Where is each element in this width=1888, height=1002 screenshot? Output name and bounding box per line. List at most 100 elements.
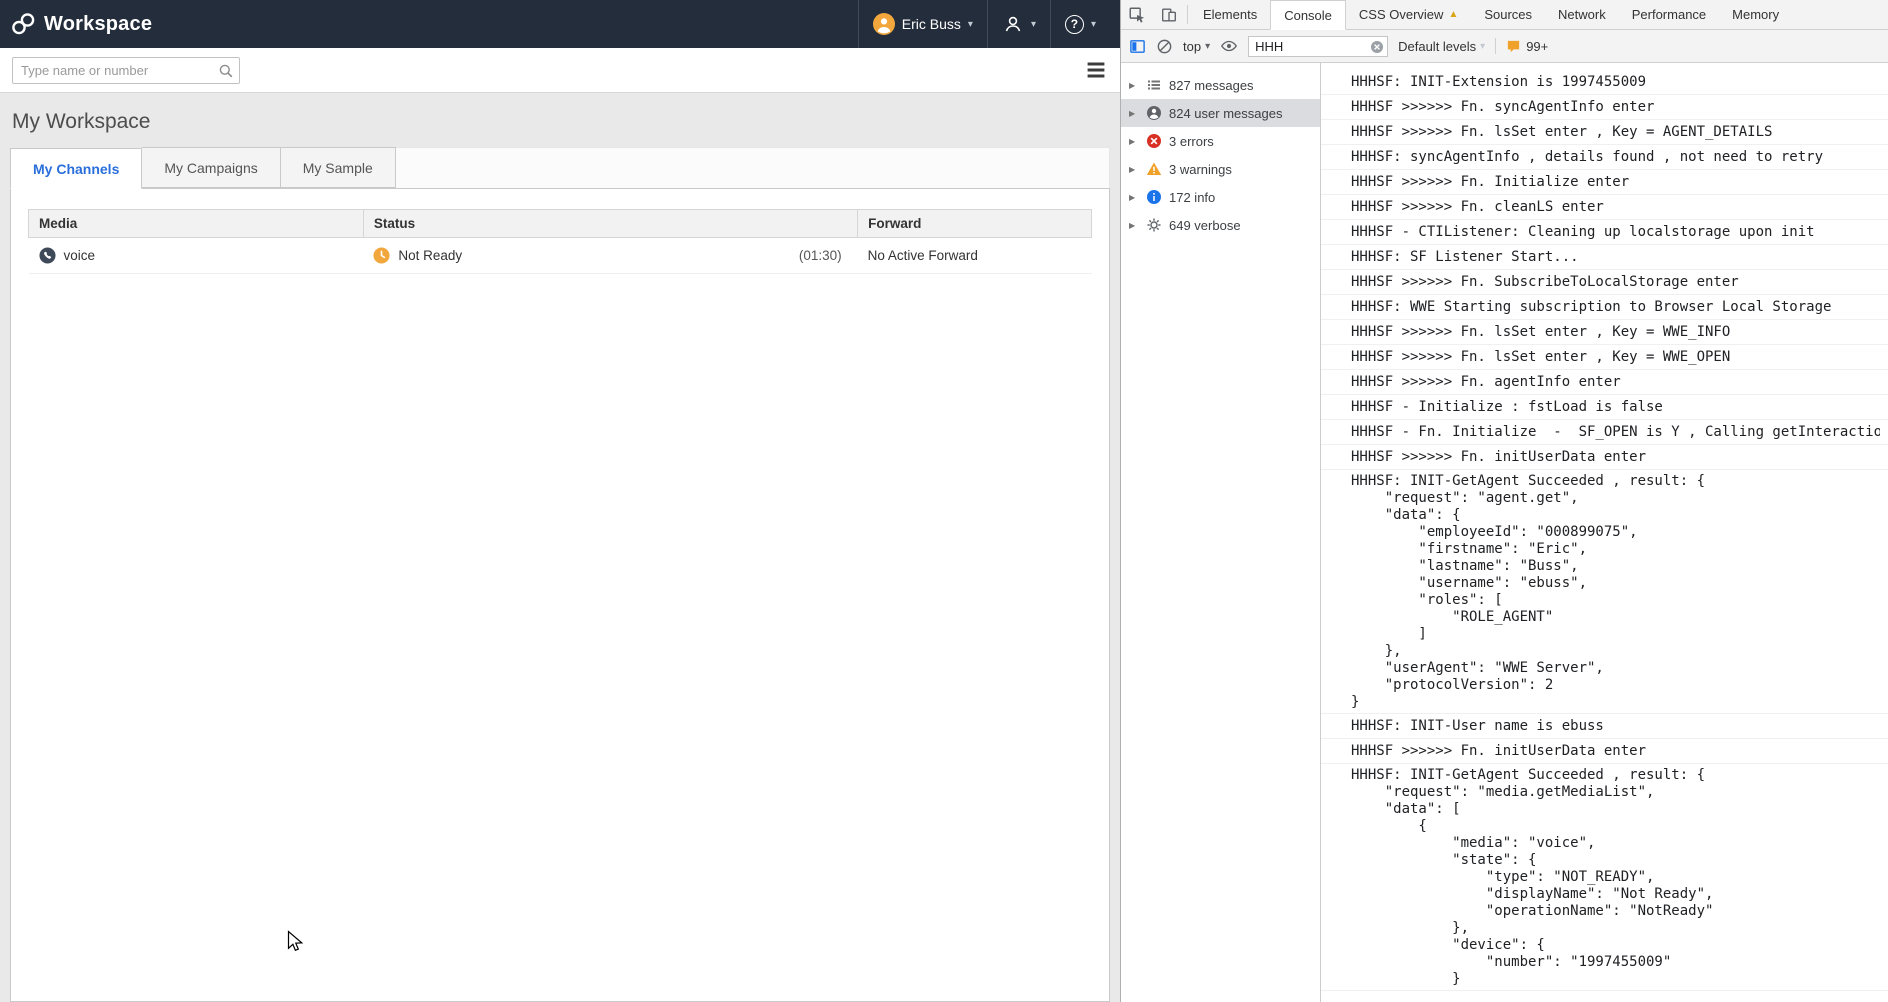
- console-message-line: "displayName": "Not Ready",: [1351, 886, 1880, 903]
- screen: Workspace Eric Buss ▾ ▾: [0, 0, 1888, 1002]
- tab-my-campaigns[interactable]: My Campaigns: [142, 147, 280, 188]
- console-filter-warning[interactable]: ▶3 warnings: [1121, 155, 1320, 183]
- console-filter-verbose[interactable]: ▶649 verbose: [1121, 211, 1320, 239]
- status-label: Not Ready: [398, 248, 462, 263]
- filter-label: 824 user messages: [1169, 106, 1282, 121]
- devtools-tab-network[interactable]: Network: [1545, 0, 1619, 30]
- console-filter-input[interactable]: [1248, 36, 1388, 57]
- context-selector[interactable]: top ▾: [1183, 39, 1210, 54]
- issues-count: 99+: [1526, 39, 1548, 54]
- header-actions: Eric Buss ▾ ▾ ? ▾: [858, 0, 1110, 48]
- tab-my-channels[interactable]: My Channels: [10, 148, 142, 189]
- menu-icon[interactable]: [1084, 58, 1108, 82]
- agent-icon: [1002, 13, 1024, 35]
- console-filter-list[interactable]: ▶ 827 messages: [1121, 71, 1320, 99]
- tab-label: Memory: [1732, 7, 1779, 22]
- media-name: voice: [64, 248, 96, 263]
- console-message-line: HHHSF - CTIListener: Cleaning up localst…: [1351, 223, 1880, 242]
- chevron-down-icon: ▾: [1205, 41, 1210, 52]
- sidebar-toggle-icon[interactable]: [1129, 38, 1146, 55]
- agent-status-menu[interactable]: ▾: [987, 0, 1050, 48]
- console-message-line: HHHSF >>>>>> Fn. initUserData enter: [1351, 448, 1880, 467]
- console-filter-user[interactable]: ▶824 user messages: [1121, 99, 1320, 127]
- context-label: top: [1183, 39, 1201, 54]
- console-filter-info[interactable]: ▶172 info: [1121, 183, 1320, 211]
- console-message: HHHSF - CTIListener: Cleaning up localst…: [1321, 220, 1888, 245]
- app-title: Workspace: [44, 13, 152, 36]
- devtools-tab-console[interactable]: Console: [1270, 0, 1346, 30]
- console-message: HHHSF >>>>>> Fn. SubscribeToLocalStorage…: [1321, 270, 1888, 295]
- app-header: Workspace Eric Buss ▾ ▾: [0, 0, 1120, 48]
- console-message-line: HHHSF: INIT-Extension is 1997455009: [1351, 73, 1880, 92]
- live-expression-eye-icon[interactable]: [1220, 37, 1238, 55]
- console-message-line: "protocolVersion": 2: [1351, 677, 1880, 694]
- devtools-tab-elements[interactable]: Elements: [1190, 0, 1270, 30]
- console-message-line: },: [1351, 643, 1880, 660]
- devtools-tab-performance[interactable]: Performance: [1619, 0, 1719, 30]
- console-message-line: }: [1351, 694, 1880, 711]
- console-message-line: HHHSF: INIT-User name is ebuss: [1351, 717, 1880, 736]
- console-message-line: "request": "agent.get",: [1351, 490, 1880, 507]
- filter-label: 827 messages: [1169, 78, 1254, 93]
- console-message: HHHSF: WWE Starting subscription to Brow…: [1321, 295, 1888, 320]
- help-menu[interactable]: ? ▾: [1050, 0, 1110, 48]
- devtools-tabs: Elements Console CSS Overview▲ Sources Netwo…: [1190, 0, 1792, 29]
- console-message: HHHSF >>>>>> Fn. cleanLS enter: [1321, 195, 1888, 220]
- divider: [1187, 5, 1188, 24]
- console-message: HHHSF >>>>>> Fn. lsSet enter , Key = WWE…: [1321, 345, 1888, 370]
- console-messages[interactable]: HHHSF: INIT-Extension is 1997455009 HHHSF…: [1321, 63, 1888, 1002]
- tab-label: Sources: [1484, 7, 1532, 22]
- console-message: HHHSF: INIT-GetAgent Succeeded , result:…: [1321, 470, 1888, 714]
- console-message: HHHSF: INIT-Extension is 1997455009: [1321, 70, 1888, 95]
- console-message-line: "userAgent": "WWE Server",: [1351, 660, 1880, 677]
- console-message-line: HHHSF >>>>>> Fn. lsSet enter , Key = WWE…: [1351, 348, 1880, 367]
- search-input[interactable]: [12, 57, 240, 84]
- console-message-line: "operationName": "NotReady": [1351, 903, 1880, 920]
- device-toolbar-icon[interactable]: [1153, 0, 1185, 29]
- console-message: HHHSF: SF Listener Start...: [1321, 245, 1888, 270]
- disclosure-triangle-icon: ▶: [1129, 81, 1139, 90]
- clear-filter-icon[interactable]: [1370, 40, 1384, 54]
- table-row[interactable]: voice Not Ready (01:: [29, 238, 1092, 274]
- tab-my-sample[interactable]: My Sample: [281, 147, 396, 188]
- devtools-tab-sources[interactable]: Sources: [1471, 0, 1545, 30]
- console-message: HHHSF: syncAgentInfo , details found , n…: [1321, 145, 1888, 170]
- tab-label: Console: [1284, 8, 1332, 23]
- user-menu[interactable]: Eric Buss ▾: [858, 0, 987, 48]
- app-tabstrip: My ChannelsMy CampaignsMy Sample: [10, 147, 1110, 188]
- log-levels-selector[interactable]: Default levels ▾: [1398, 39, 1485, 54]
- console-message-line: HHHSF: SF Listener Start...: [1351, 248, 1880, 267]
- console-message-line: HHHSF: INIT-GetAgent Succeeded , result:…: [1351, 473, 1880, 490]
- chevron-down-icon: ▾: [1091, 19, 1096, 30]
- devtools-panel: Elements Console CSS Overview▲ Sources Netwo…: [1120, 0, 1888, 1002]
- column-header-status: Status: [363, 210, 857, 238]
- clear-console-icon[interactable]: [1156, 38, 1173, 55]
- help-icon: ?: [1065, 15, 1084, 34]
- tab-label: CSS Overview: [1359, 7, 1444, 22]
- search-icon: [218, 63, 234, 79]
- console-filter-error[interactable]: ▶3 errors: [1121, 127, 1320, 155]
- console-message: HHHSF: INIT-GetAgent Succeeded , result:…: [1321, 764, 1888, 991]
- channels-table: Media Status Forward: [28, 209, 1092, 274]
- forward-status: No Active Forward: [868, 248, 978, 263]
- info-icon: [1146, 189, 1162, 205]
- console-message-line: }: [1351, 971, 1880, 988]
- console-message: HHHSF >>>>>> Fn. initUserData enter: [1321, 445, 1888, 470]
- devtools-tab-css-overview[interactable]: CSS Overview▲: [1346, 0, 1471, 30]
- user-avatar: [873, 13, 895, 35]
- app-toolbar: [0, 48, 1120, 93]
- console-message-line: HHHSF >>>>>> Fn. cleanLS enter: [1351, 198, 1880, 217]
- filter-label: 172 info: [1169, 190, 1215, 205]
- warning-icon: [1146, 161, 1162, 177]
- tab-label: Network: [1558, 7, 1606, 22]
- console-message-line: "lastname": "Buss",: [1351, 558, 1880, 575]
- devtools-tab-memory[interactable]: Memory: [1719, 0, 1792, 30]
- filter-label: 3 warnings: [1169, 162, 1232, 177]
- issues-icon: [1506, 39, 1521, 54]
- console-message-line: HHHSF >>>>>> Fn. Initialize enter: [1351, 173, 1880, 192]
- console-message-line: "ROLE_AGENT": [1351, 609, 1880, 626]
- issues-counter[interactable]: 99+: [1506, 39, 1548, 54]
- console-message-line: "media": "voice",: [1351, 835, 1880, 852]
- console-message-line: HHHSF: WWE Starting subscription to Brow…: [1351, 298, 1880, 317]
- inspect-element-icon[interactable]: [1121, 0, 1153, 29]
